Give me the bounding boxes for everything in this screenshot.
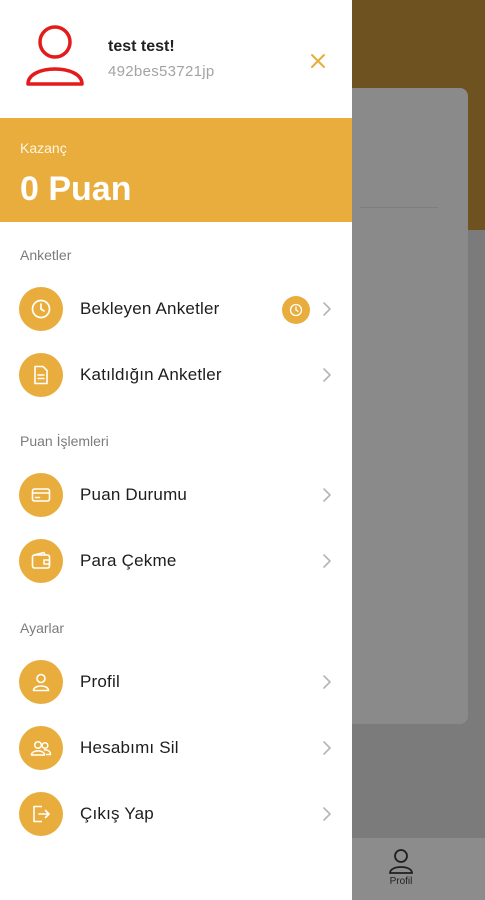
user-name: test test! <box>108 38 175 55</box>
menu-label-joined-surveys: Katıldığın Anketler <box>80 365 222 384</box>
section-title-settings: Ayarlar <box>20 620 65 636</box>
earnings-label: Kazanç <box>20 140 67 156</box>
chevron-right-icon <box>323 675 331 689</box>
bottom-nav-profile[interactable]: Profil <box>375 848 427 896</box>
menu-icon-circle <box>19 726 63 770</box>
section-title-points: Puan İşlemleri <box>20 433 109 449</box>
menu-icon-circle <box>19 792 63 836</box>
background-divider <box>360 207 438 208</box>
menu-item-pending-surveys[interactable]: Bekleyen Anketler <box>0 280 352 338</box>
menu-label-logout: Çıkış Yap <box>80 804 154 823</box>
user-id: 492bes53721jp <box>108 63 215 80</box>
user-icon <box>389 849 413 874</box>
chevron-right-icon <box>323 488 331 502</box>
close-icon[interactable] <box>306 49 330 73</box>
pending-badge <box>282 296 310 324</box>
chevron-right-icon <box>323 368 331 382</box>
user-header: test test! 492bes53721jp <box>0 0 352 118</box>
menu-item-withdraw[interactable]: Para Çekme <box>0 532 352 590</box>
menu-icon-circle <box>19 539 63 583</box>
chevron-right-icon <box>323 807 331 821</box>
menu-icon-circle <box>19 287 63 331</box>
section-title-surveys: Anketler <box>20 247 72 263</box>
user-icon <box>32 673 50 692</box>
chevron-right-icon <box>323 302 331 316</box>
bottom-nav-profile-label: Profil <box>389 876 413 887</box>
clock-icon <box>289 303 303 317</box>
chevron-right-icon <box>323 741 331 755</box>
users-icon <box>30 740 52 756</box>
user-avatar-icon <box>26 25 84 86</box>
menu-icon-circle <box>19 353 63 397</box>
chevron-right-icon <box>323 554 331 568</box>
clock-icon <box>31 299 51 319</box>
earnings-value: 0 Puan <box>20 170 132 208</box>
earnings-banner: Kazanç 0 Puan <box>0 118 352 222</box>
menu-label-delete-account: Hesabımı Sil <box>80 738 179 757</box>
navigation-drawer: test test! 492bes53721jp Kazanç 0 Puan A… <box>0 0 352 900</box>
menu-item-logout[interactable]: Çıkış Yap <box>0 785 352 843</box>
menu-icon-circle <box>19 660 63 704</box>
menu-icon-circle <box>19 473 63 517</box>
menu-label-point-status: Puan Durumu <box>80 485 188 504</box>
menu-label-pending-surveys: Bekleyen Anketler <box>80 299 220 318</box>
menu-item-joined-surveys[interactable]: Katıldığın Anketler <box>0 346 352 404</box>
menu-label-withdraw: Para Çekme <box>80 551 177 570</box>
wallet-icon <box>31 551 51 569</box>
card-icon <box>31 488 51 502</box>
menu-item-delete-account[interactable]: Hesabımı Sil <box>0 719 352 777</box>
menu-label-profile: Profil <box>80 672 120 691</box>
document-icon <box>34 365 48 385</box>
menu-item-point-status[interactable]: Puan Durumu <box>0 466 352 524</box>
menu-item-profile[interactable]: Profil <box>0 653 352 711</box>
logout-icon <box>33 805 50 823</box>
